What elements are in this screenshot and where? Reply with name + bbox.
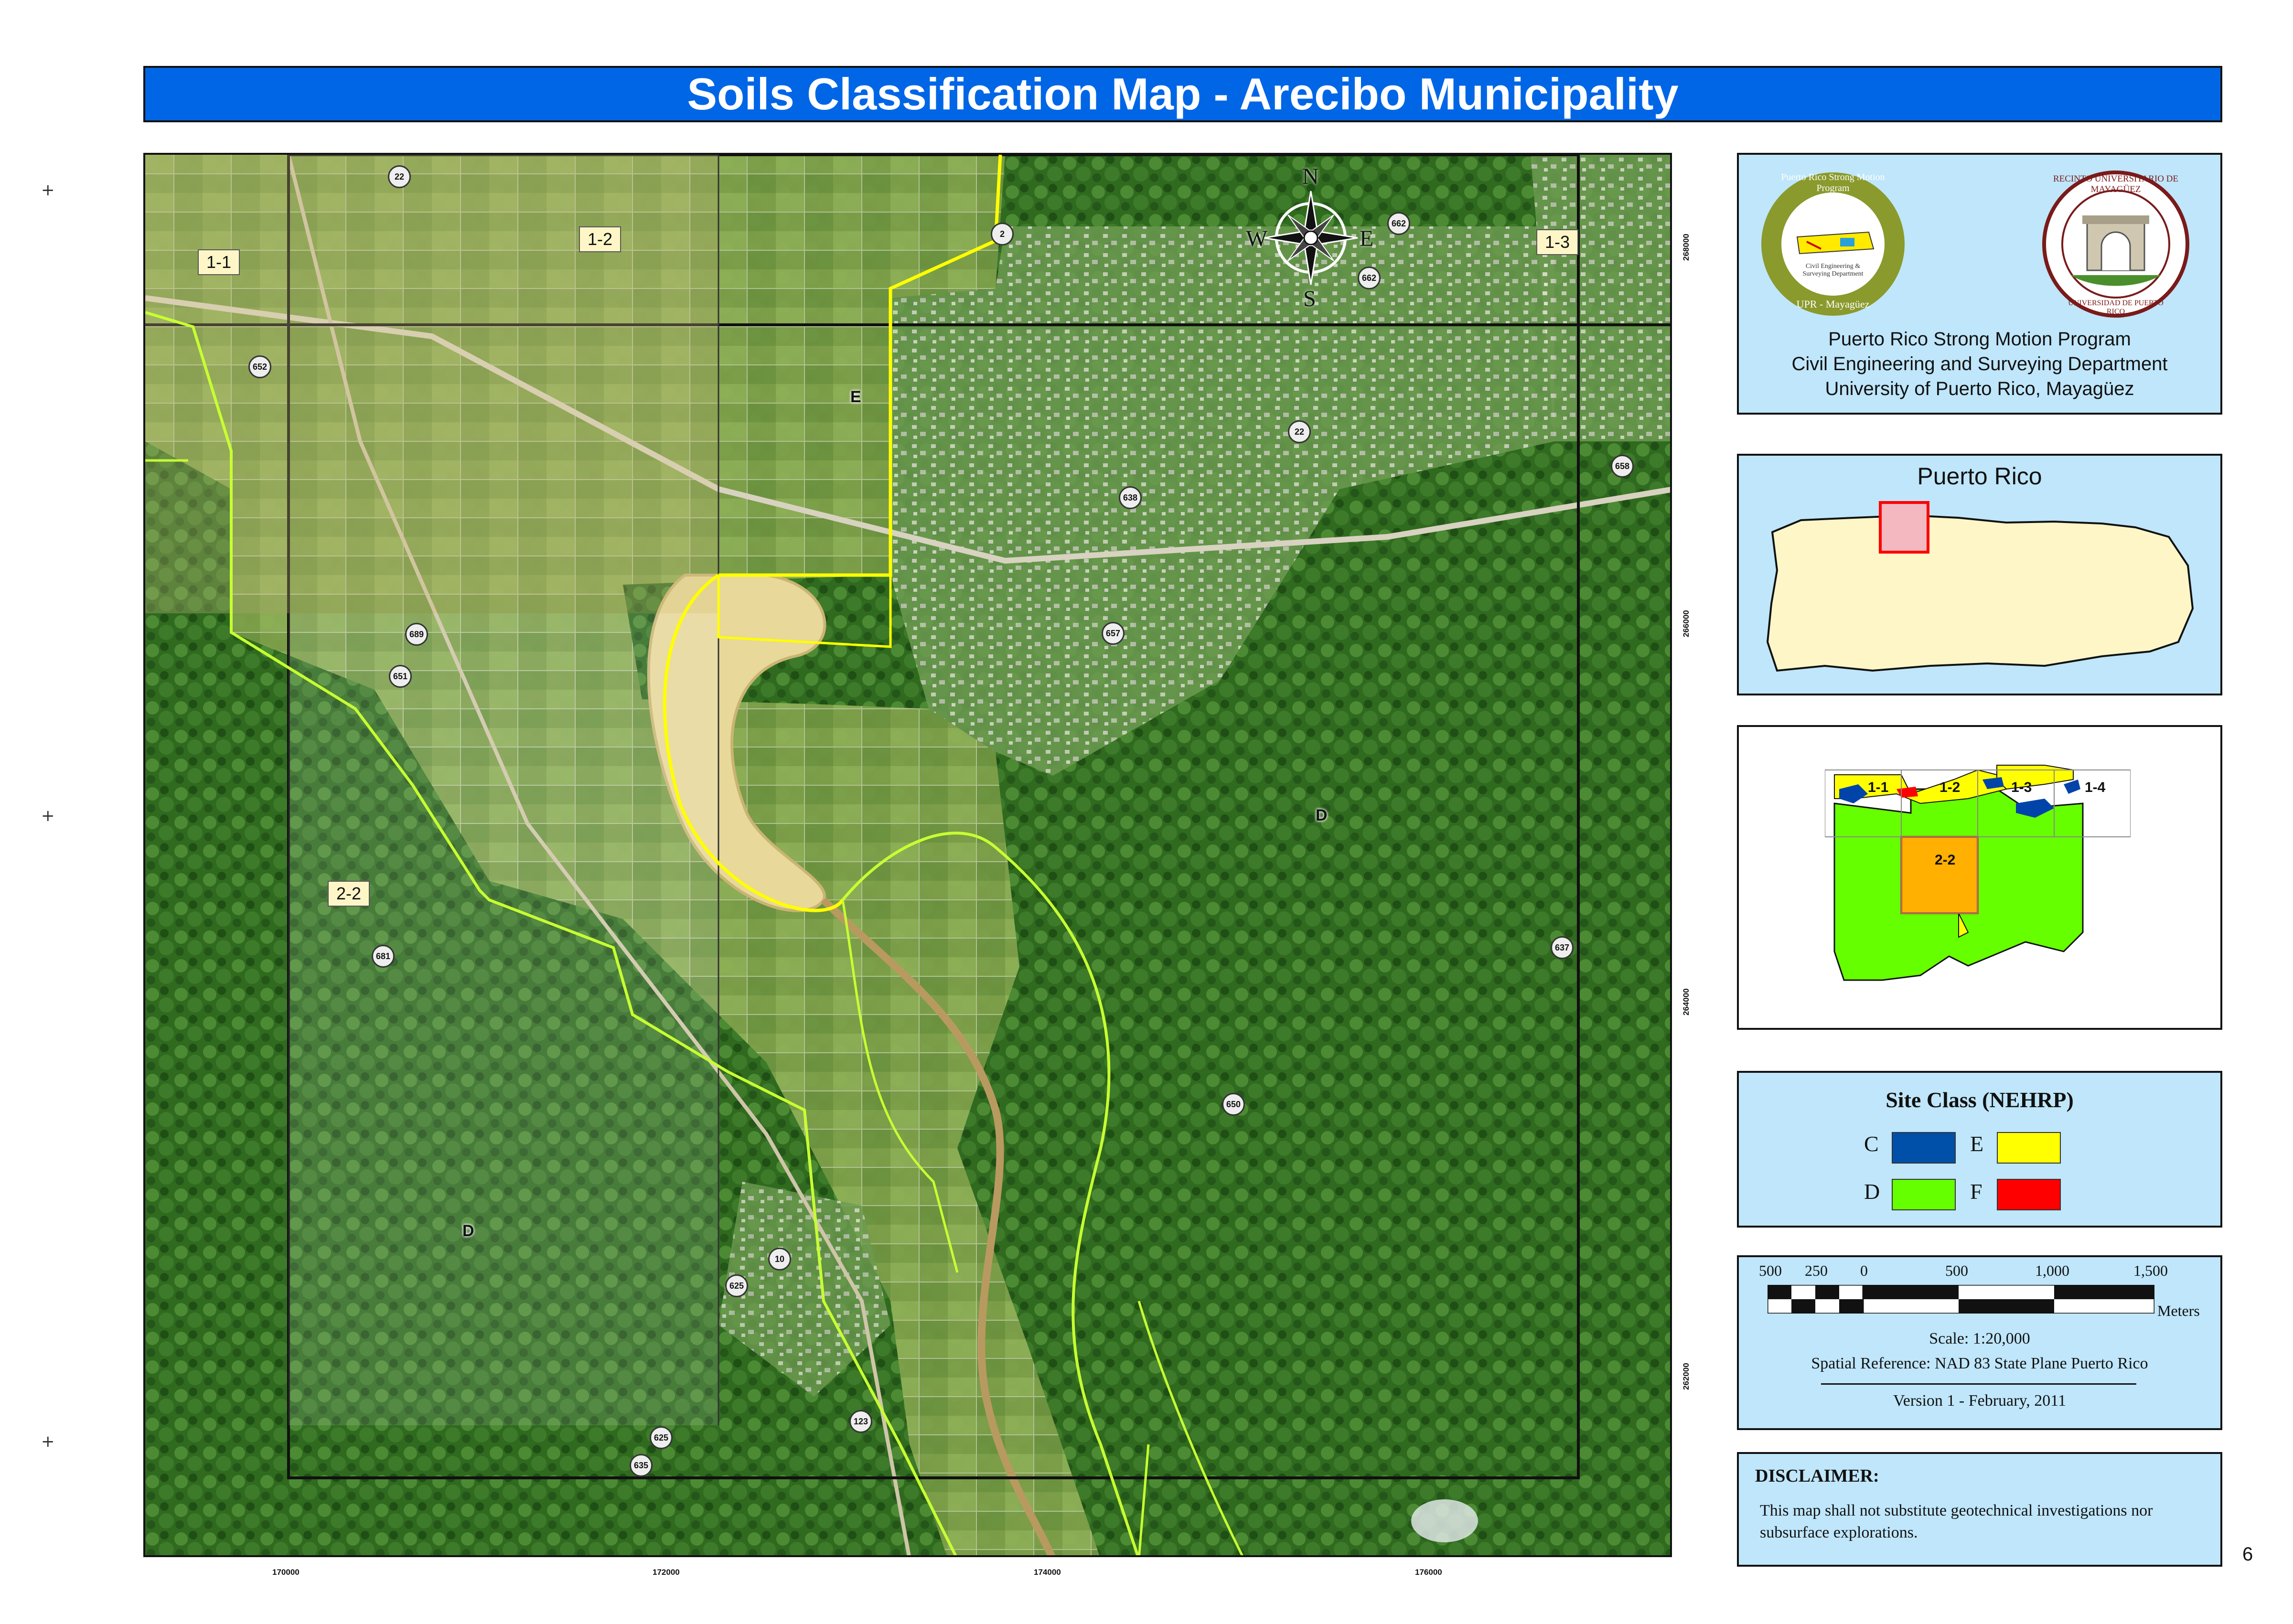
disclaimer-title: DISCLAIMER: <box>1755 1466 1879 1486</box>
road-shield: 637 <box>1551 936 1574 959</box>
road-shield: 625 <box>725 1274 748 1297</box>
x-tick: 174000 <box>1034 1568 1061 1577</box>
spatial-reference: Spatial Reference: NAD 83 State Plane Pu… <box>1811 1355 2148 1372</box>
legend-panel: Site Class (NEHRP) C E D F <box>1737 1071 2222 1228</box>
road-shield: 689 <box>405 623 428 646</box>
compass-w: W <box>1246 226 1268 251</box>
prsmp-logo: Puerto Rico Strong Motion Program Civil … <box>1759 170 1907 318</box>
index-label-1-2: 1-2 <box>1939 780 1961 795</box>
grid-label-1-1: 1-1 <box>198 249 240 275</box>
road-shield: 635 <box>630 1454 653 1477</box>
map-title: Soils Classification Map - Arecibo Munic… <box>143 66 2222 122</box>
margin-mark: + <box>41 181 55 200</box>
margin-mark: + <box>41 806 55 825</box>
legend-label-e: E <box>1970 1132 1984 1156</box>
road-shield: 10 <box>768 1248 791 1271</box>
grid-label-1-2: 1-2 <box>579 226 621 252</box>
legend-swatch-c <box>1892 1132 1956 1164</box>
site-class-label: D <box>462 1222 474 1240</box>
index-label-1-4: 1-4 <box>2085 780 2106 795</box>
university-name: University of Puerto Rico, Mayagüez <box>1825 378 2134 399</box>
scale-tick: 500 <box>1945 1262 1968 1279</box>
disclaimer-panel: DISCLAIMER: This map shall not substitut… <box>1737 1452 2222 1567</box>
compass-s: S <box>1303 286 1316 311</box>
scale-tick: 1,500 <box>2133 1262 2168 1279</box>
legend-label-c: C <box>1864 1132 1879 1156</box>
y-tick: 262000 <box>1682 1363 1691 1390</box>
legend-swatch-f <box>1997 1179 2061 1210</box>
legend-label-f: F <box>1970 1179 1982 1204</box>
index-label-2-2: 2-2 <box>1935 852 1956 868</box>
scale-tick: 250 <box>1805 1262 1828 1279</box>
version-text: Version 1 - February, 2011 <box>1893 1392 2066 1410</box>
index-map: 1-1 1-2 1-3 1-4 2-2 <box>1737 725 2222 1030</box>
scale-tick: 500 <box>1759 1262 1782 1279</box>
prsmp-logo-subtext: Civil Engineering & Surveying Department <box>1802 263 1864 278</box>
legend-title: Site Class (NEHRP) <box>1886 1088 2074 1112</box>
scale-tick: 0 <box>1860 1262 1868 1279</box>
disclaimer-body: This map shall not substitute geotechnic… <box>1760 1502 2153 1541</box>
x-tick: 170000 <box>272 1568 300 1577</box>
margin-mark: + <box>41 1432 55 1451</box>
scale-units: Meters <box>2157 1302 2200 1319</box>
road-shield: 638 <box>1119 486 1142 509</box>
y-tick: 266000 <box>1682 610 1691 637</box>
y-tick: 268000 <box>1682 234 1691 261</box>
site-class-label: D <box>1316 806 1328 824</box>
rum-seal: RECINTO UNIVERSITARIO DE MAYAGÜEZ UNIVER… <box>2042 170 2190 318</box>
legend-label-d: D <box>1864 1179 1880 1204</box>
prsmp-logo-text: Puerto Rico Strong Motion Program <box>1781 172 1885 193</box>
page-number: 6 <box>2242 1544 2253 1565</box>
department-name: Civil Engineering and Surveying Departme… <box>1791 353 2168 374</box>
scale-text: Scale: 1:20,000 <box>1929 1330 2030 1347</box>
y-tick: 264000 <box>1682 988 1691 1015</box>
road-shield: 22 <box>1288 420 1311 443</box>
divider <box>1821 1383 2136 1385</box>
road-shield: 662 <box>1358 267 1381 289</box>
locator-title: Puerto Rico <box>1917 463 2042 490</box>
legend-swatch-e <box>1997 1132 2061 1164</box>
rum-seal-text: RECINTO UNIVERSITARIO DE MAYAGÜEZ <box>2053 174 2178 194</box>
main-map[interactable]: N S W E 1-1 1-2 1-3 2-2 E D D 22 2 662 6… <box>143 153 1672 1557</box>
index-label-1-1: 1-1 <box>1868 780 1889 795</box>
legend-swatch-d <box>1892 1179 1956 1210</box>
site-class-label: E <box>850 388 861 406</box>
road-shield: 123 <box>849 1410 872 1433</box>
puerto-rico-outline <box>1766 501 2194 672</box>
road-shield: 22 <box>388 165 411 188</box>
road-shield: 662 <box>1387 212 1410 235</box>
road-shield: 657 <box>1102 622 1125 645</box>
grid-label-1-3: 1-3 <box>1536 229 1579 255</box>
road-shield: 650 <box>1222 1093 1245 1116</box>
x-tick: 172000 <box>653 1568 680 1577</box>
info-panel: Puerto Rico Strong Motion Program Civil … <box>1737 153 2222 415</box>
road-shield: 651 <box>389 665 412 688</box>
scale-panel: 500 250 0 500 1,000 1,500 Meters Scale: … <box>1737 1255 2222 1430</box>
index-label-1-3: 1-3 <box>2011 780 2032 795</box>
scale-bar <box>1768 1285 2154 1314</box>
rum-seal-bottom: UNIVERSIDAD DE PUERTO RICO <box>2068 299 2164 316</box>
road-shield: 681 <box>372 945 395 968</box>
road-shield: 652 <box>248 355 271 378</box>
road-shield: 658 <box>1611 455 1634 478</box>
compass-e: E <box>1360 226 1374 251</box>
grid-label-2-2: 2-2 <box>328 881 370 907</box>
road-shield: 2 <box>991 223 1014 246</box>
program-name: Puerto Rico Strong Motion Program <box>1828 329 2131 350</box>
x-tick: 176000 <box>1415 1568 1442 1577</box>
map-imagery <box>145 155 1670 1555</box>
scale-tick: 1,000 <box>2035 1262 2069 1279</box>
road-shield: 625 <box>650 1426 673 1449</box>
locator-map: Puerto Rico <box>1737 454 2222 695</box>
prsmp-logo-bottom: UPR - Mayagüez <box>1796 298 1870 310</box>
compass-n: N <box>1302 164 1319 189</box>
north-arrow-icon: N S W E <box>1246 164 1374 311</box>
